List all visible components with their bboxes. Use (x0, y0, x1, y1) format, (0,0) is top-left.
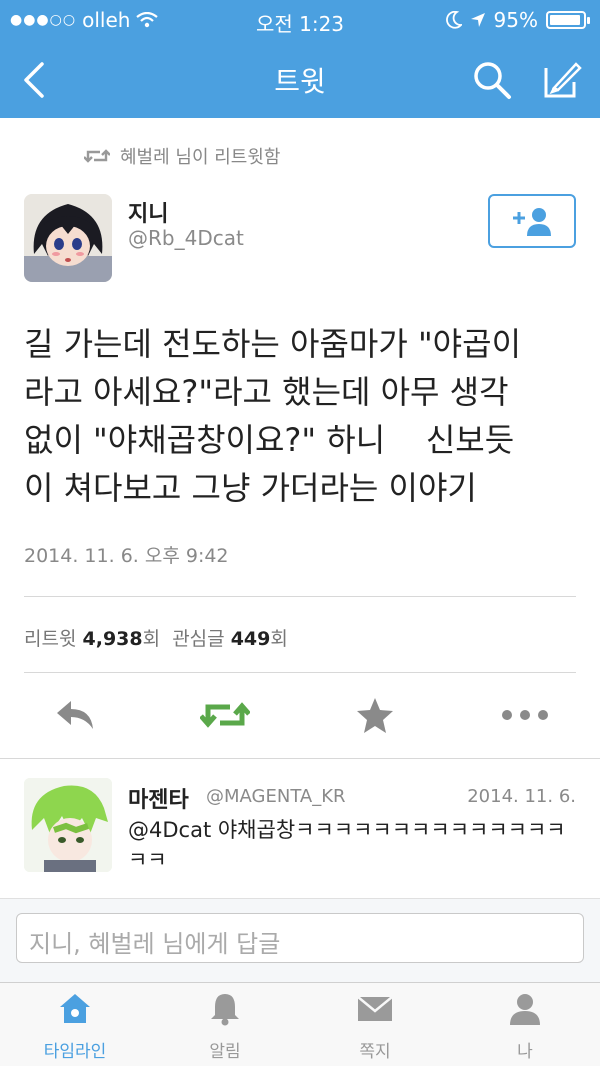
tab-timeline[interactable]: 타임라인 (0, 991, 150, 1062)
tab-label: 타임라인 (43, 1042, 107, 1062)
tab-bar: 타임라인 알림 쪽지 나 (0, 982, 600, 1066)
reply-author-name[interactable]: 마젠타 (128, 782, 189, 814)
retweeted-by[interactable]: 혜벌레 님이 리트윗함 (84, 143, 280, 169)
tab-messages[interactable]: 쪽지 (300, 991, 450, 1062)
reply-input[interactable]: 지니, 혜벌레 님에게 답글 (16, 913, 584, 963)
tweet-text: 길 가는데 전도하는 아줌마가 "야곱이 라고 아세요?"라고 했는데 아무 생… (24, 325, 522, 507)
reply-avatar-image (24, 778, 112, 872)
more-button[interactable] (500, 690, 550, 740)
mail-icon (357, 996, 393, 1021)
tab-label: 알림 (209, 1042, 241, 1062)
bell-icon (211, 994, 239, 1026)
author-avatar-image (24, 194, 112, 282)
reply-date: 2014. 11. 6. (467, 786, 576, 807)
reply-icon (57, 701, 93, 729)
person-icon (510, 994, 540, 1025)
tweet-actions (0, 690, 600, 750)
status-bar: ●●●○○ olleh 오전 1:23 95% (0, 0, 600, 38)
favorite-unit: 회 (270, 628, 288, 650)
retweet-count[interactable]: 4,938 (83, 628, 143, 650)
reply-button[interactable] (50, 690, 100, 740)
battery-fill (550, 15, 581, 25)
reply-avatar[interactable] (24, 778, 112, 872)
reply-author-handle[interactable]: @MAGENTA_KR (206, 786, 346, 807)
compose-icon[interactable] (540, 58, 584, 102)
more-icon (502, 710, 548, 720)
retweet-button[interactable] (200, 690, 250, 740)
retweet-icon (84, 149, 110, 163)
tweet-stats: 리트윗 4,938회 관심글 449회 (24, 624, 288, 651)
divider (24, 596, 576, 597)
search-icon[interactable] (470, 58, 514, 102)
nav-bar: 트윗 (0, 40, 600, 118)
favorite-count[interactable]: 449 (231, 628, 271, 650)
status-right: 95% (445, 8, 590, 32)
retweeted-by-text: 혜벌레 님이 리트윗함 (120, 147, 281, 168)
retweet-unit: 회 (142, 628, 161, 650)
favorite-label: 관심글 (172, 628, 225, 650)
follow-button[interactable] (488, 194, 576, 248)
top-bar: ●●●○○ olleh 오전 1:23 95% 트윗 (0, 0, 600, 118)
location-arrow-icon (470, 13, 485, 27)
battery-icon (546, 11, 590, 29)
author-handle[interactable]: @Rb_4Dcat (128, 226, 244, 250)
favorite-button[interactable] (350, 690, 400, 740)
reply-text: @4Dcat 야채곱창ㅋㅋㅋㅋㅋㅋㅋㅋㅋㅋㅋㅋㅋㅋㅋㅋ (128, 818, 566, 872)
tab-label: 쪽지 (359, 1042, 391, 1062)
tab-notifications[interactable]: 알림 (150, 991, 300, 1062)
compose-area: 지니, 혜벌레 님에게 답글 (0, 898, 600, 983)
divider (24, 672, 576, 673)
tab-me[interactable]: 나 (450, 991, 600, 1062)
battery-percent: 95% (493, 8, 538, 32)
tweet-timestamp: 2014. 11. 6. 오후 9:42 (24, 545, 229, 567)
star-icon (357, 698, 393, 733)
author-name[interactable]: 지니 (128, 196, 168, 228)
tab-label: 나 (517, 1042, 533, 1062)
add-user-icon (513, 208, 551, 236)
moon-icon (445, 11, 462, 29)
retweet-icon (200, 702, 250, 728)
divider (0, 758, 600, 759)
nav-actions (470, 58, 584, 102)
author-avatar[interactable] (24, 194, 112, 282)
home-icon (60, 994, 90, 1023)
retweet-label: 리트윗 (24, 628, 77, 650)
